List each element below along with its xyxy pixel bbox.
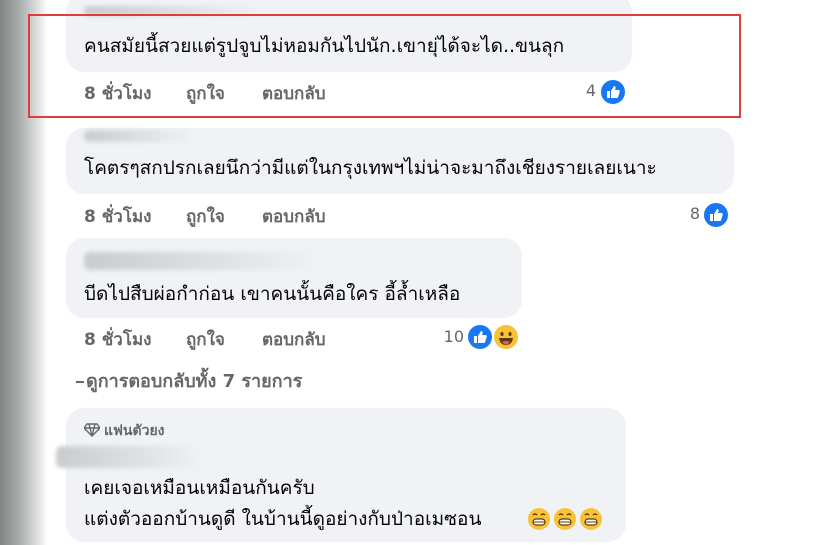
reaction-count-3[interactable]: 10 [432, 327, 464, 346]
comment-like-2[interactable]: ถูกใจ [186, 203, 225, 230]
blurred-author-name-3 [84, 252, 322, 270]
comment-text-4-line-2: แต่งตัวออกบ้านดูดี ในบ้านนี้ดูอย่างกับป่… [84, 508, 482, 530]
comment-reply-3[interactable]: ตอบกลับ [262, 326, 326, 353]
blurred-author-name-2 [84, 130, 194, 142]
grin-emoji [580, 508, 602, 530]
diamond-icon [83, 423, 101, 437]
like-icon [702, 201, 730, 229]
comment-bubble-3 [66, 238, 522, 318]
highlight-box [28, 14, 741, 118]
blurred-author-name-4 [56, 446, 206, 468]
top-fan-badge: แฟนตัวยง [83, 420, 165, 442]
comment-time-3[interactable]: 8 ชั่วโมง [84, 326, 151, 353]
comment-like-3[interactable]: ถูกใจ [186, 326, 225, 353]
view-replies-link[interactable]: ดูการตอบกลับทั้ง 7 รายการ [76, 366, 302, 395]
grin-emoji [554, 508, 576, 530]
comment-reply-2[interactable]: ตอบกลับ [262, 203, 326, 230]
comment-time-2[interactable]: 8 ชั่วโมง [84, 203, 151, 230]
comment-text-4-line-1: เคยเจอเหมือนเหมือนกันครับ [84, 477, 315, 499]
laugh-icon [492, 323, 520, 351]
reply-arrow-icon [76, 381, 84, 383]
comment-text-2: โคตรๆสกปรกเลยนึกว่ามีแต่ในกรุงเทพฯไม่น่า… [84, 157, 657, 179]
reaction-count-2[interactable]: 8 [672, 204, 700, 223]
comment-text-3: บีดไปสืบผ่อกำก่อน เขาคนนั้นคือใคร อี้ล้ำ… [84, 283, 461, 305]
like-icon [466, 323, 494, 351]
grin-emoji [528, 508, 550, 530]
top-fan-badge-label: แฟนตัวยง [104, 423, 165, 439]
view-replies-label: ดูการตอบกลับทั้ง 7 รายการ [86, 371, 303, 392]
